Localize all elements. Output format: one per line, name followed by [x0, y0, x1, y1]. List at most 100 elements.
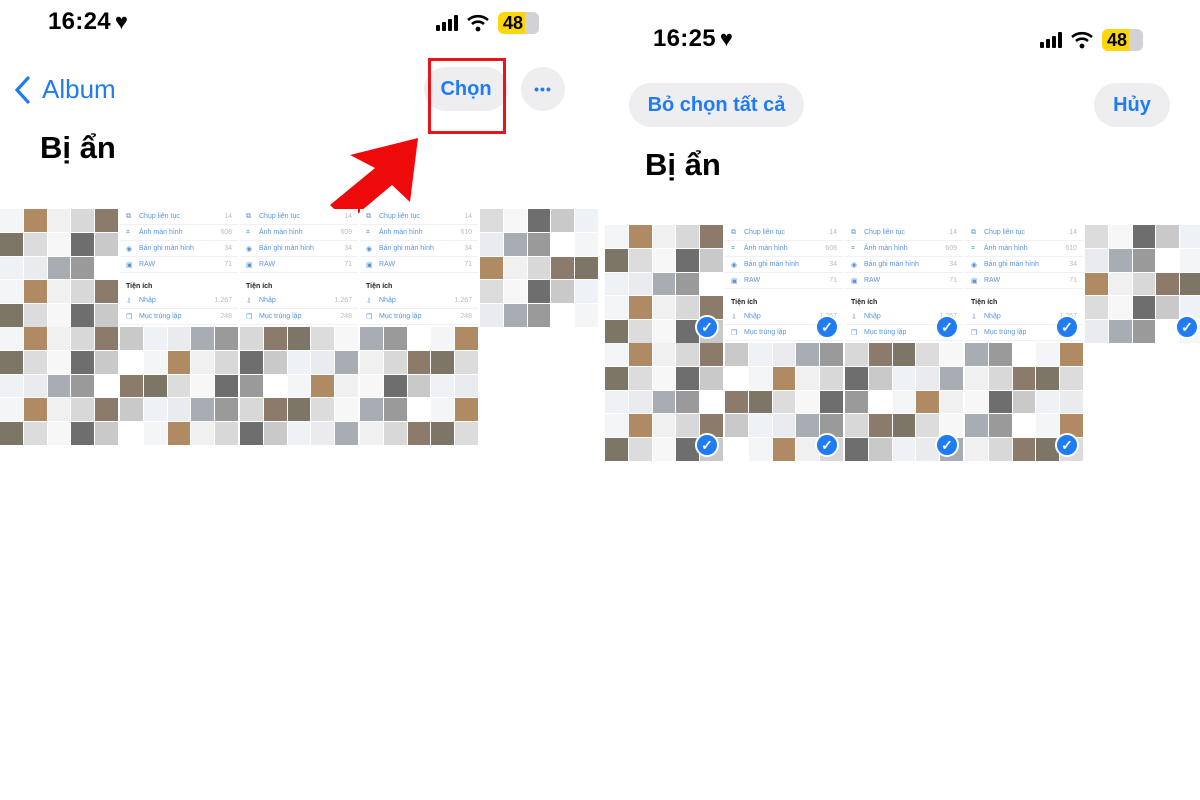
photo-thumbnail[interactable] — [480, 209, 598, 327]
album-icon: ▣ — [971, 277, 978, 285]
photo-thumbnail[interactable]: ⧉ Chụp liên tục 14 ⌗ Ảnh màn hình 610 ◉ Bản ghi… — [965, 225, 1083, 343]
photo-thumbnail[interactable] — [0, 209, 118, 327]
album-row: ⧉ Chụp liên tục 14 — [120, 209, 238, 225]
album-icon: ⧉ — [731, 228, 736, 236]
album-icon: ⧉ — [366, 212, 371, 220]
signal-icon — [436, 15, 458, 31]
checkmark-icon: ✓ — [1175, 315, 1199, 339]
album-row: ▣ RAW 71 — [725, 273, 843, 289]
photo-thumbnail[interactable]: ⧉ Chụp liên tục 14 ⌗ Ảnh màn hình 608 ◉ Bản ghi… — [120, 209, 238, 327]
status-icons-left: 48 — [436, 12, 540, 34]
album-icon: ◉ — [126, 245, 133, 253]
album-icon: ⇩ — [851, 313, 857, 321]
album-icon: ◉ — [366, 245, 373, 253]
album-row: ◉ Bản ghi màn hình 34 — [120, 241, 238, 257]
checkmark-icon: ✓ — [1055, 433, 1079, 457]
section-header: Tiện ích — [851, 299, 878, 306]
section-header: Tiện ích — [246, 283, 273, 290]
album-row: ▣ RAW 71 — [360, 257, 478, 273]
album-icon: ◉ — [731, 261, 738, 269]
album-icon: ◉ — [246, 245, 253, 253]
album-icon: ❐ — [246, 313, 253, 321]
checkmark-icon: ✓ — [815, 433, 839, 457]
photo-thumbnail[interactable]: ⧉ Chụp liên tục 14 ⌗ Ảnh màn hình 609 ◉ Bản ghi… — [845, 225, 963, 343]
page-title-right: Bị ẩn — [645, 147, 721, 182]
photo-thumbnail[interactable] — [360, 327, 478, 445]
deselect-all-button[interactable]: Bỏ chọn tất cả — [629, 83, 804, 127]
photo-thumbnail[interactable]: ⧉ Chụp liên tục 14 ⌗ Ảnh màn hình 609 ◉ Bản ghi… — [240, 209, 358, 327]
wifi-icon — [467, 14, 489, 32]
album-icon: ◉ — [851, 261, 858, 269]
album-row: ⌗ Ảnh màn hình 608 — [120, 225, 238, 241]
album-icon: ⧉ — [246, 212, 251, 220]
album-icon: ⌗ — [246, 228, 250, 236]
album-icon: ❐ — [971, 329, 978, 337]
photo-thumbnail[interactable] — [120, 327, 238, 445]
album-row: ⌗ Ảnh màn hình 610 — [965, 241, 1083, 257]
photo-thumbnail[interactable] — [240, 327, 358, 445]
album-row: ⌗ Ảnh màn hình 608 — [725, 241, 843, 257]
heart-icon: ♥ — [719, 26, 734, 51]
album-icon: ▣ — [851, 277, 858, 285]
album-row: ⧉ Chụp liên tục 14 — [240, 209, 358, 225]
back-button[interactable]: Album — [12, 74, 116, 105]
album-row: ⌗ Ảnh màn hình 610 — [360, 225, 478, 241]
album-row: ⌗ Ảnh màn hình 609 — [240, 225, 358, 241]
section-header: Tiện ích — [971, 299, 998, 306]
checkmark-icon: ✓ — [1055, 315, 1079, 339]
photo-thumbnail[interactable]: ✓ — [725, 343, 843, 461]
photo-thumbnail[interactable]: ✓ — [965, 343, 1083, 461]
album-row: ❐Mục trùng lặp248 — [120, 309, 238, 325]
checkmark-icon: ✓ — [935, 433, 959, 457]
album-icon: ▣ — [126, 261, 133, 269]
album-icon: ⧉ — [126, 212, 131, 220]
section-header: Tiện ích — [126, 283, 153, 290]
album-icon: ⌗ — [126, 228, 130, 236]
more-button[interactable]: ••• — [521, 67, 565, 111]
album-row: ⇩Nhập1.267 — [360, 293, 478, 309]
photo-thumbnail[interactable]: ✓ — [845, 343, 963, 461]
album-row: ◉ Bản ghi màn hình 34 — [240, 241, 358, 257]
album-row: ⧉ Chụp liên tục 14 — [360, 209, 478, 225]
album-row: ⇩Nhập1.267 — [240, 293, 358, 309]
deselect-all-label: Bỏ chọn tất cả — [647, 93, 786, 116]
album-icon: ❐ — [366, 313, 373, 321]
photo-thumbnail[interactable]: ✓ — [1085, 225, 1200, 343]
album-row: ◉ Bản ghi màn hình 34 — [965, 257, 1083, 273]
cancel-label: Hủy — [1113, 93, 1151, 116]
page-title-left: Bị ẩn — [40, 130, 116, 165]
checkmark-icon: ✓ — [695, 315, 719, 339]
chevron-left-icon — [14, 75, 30, 104]
album-icon: ⧉ — [971, 228, 976, 236]
album-row: ⧉ Chụp liên tục 14 — [845, 225, 963, 241]
album-icon: ⇩ — [126, 297, 132, 305]
album-icon: ▣ — [731, 277, 738, 285]
album-icon: ⇩ — [971, 313, 977, 321]
album-icon: ⌗ — [731, 244, 735, 252]
cancel-button[interactable]: Hủy — [1094, 83, 1170, 127]
status-time-left: 16:24 ♥ — [48, 8, 129, 35]
checkmark-icon: ✓ — [695, 433, 719, 457]
album-row: ◉ Bản ghi màn hình 34 — [845, 257, 963, 273]
highlight-box — [428, 58, 506, 134]
album-icon: ❐ — [851, 329, 858, 337]
album-icon: ⇩ — [366, 297, 372, 305]
album-row: ▣ RAW 71 — [240, 257, 358, 273]
album-row: ▣ RAW 71 — [965, 273, 1083, 289]
album-icon: ⧉ — [851, 228, 856, 236]
album-icon: ⌗ — [366, 228, 370, 236]
battery-icon: 48 — [498, 12, 540, 34]
album-icon: ⇩ — [731, 313, 737, 321]
status-time-right: 16:25 ♥ — [653, 25, 734, 52]
checkmark-icon: ✓ — [815, 315, 839, 339]
album-icon: ❐ — [731, 329, 738, 337]
photo-thumbnail[interactable]: ✓ — [605, 343, 723, 461]
heart-icon: ♥ — [114, 9, 129, 34]
photo-thumbnail[interactable]: ⧉ Chụp liên tục 14 ⌗ Ảnh màn hình 610 ◉ Bản ghi… — [360, 209, 478, 327]
album-row: ⌗ Ảnh màn hình 609 — [845, 241, 963, 257]
photo-thumbnail[interactable]: ✓ — [605, 225, 723, 343]
photo-thumbnail[interactable] — [0, 327, 118, 445]
wifi-icon — [1071, 31, 1093, 49]
photo-thumbnail[interactable]: ⧉ Chụp liên tục 14 ⌗ Ảnh màn hình 608 ◉ Bản ghi… — [725, 225, 843, 343]
album-row: ❐Mục trùng lặp248 — [240, 309, 358, 325]
